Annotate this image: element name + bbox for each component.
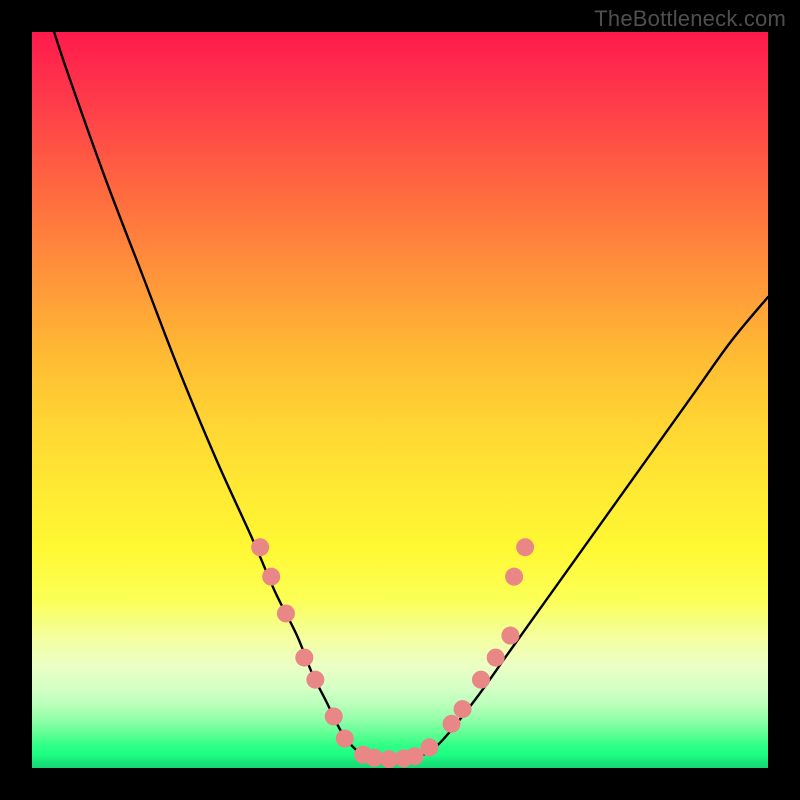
curve-marker bbox=[454, 700, 472, 718]
plot-area bbox=[32, 32, 768, 768]
chart-overlay-svg bbox=[32, 32, 768, 768]
curve-markers bbox=[251, 538, 534, 768]
curve-marker bbox=[251, 538, 269, 556]
curve-marker bbox=[443, 715, 461, 733]
bottleneck-curve bbox=[54, 32, 768, 759]
chart-frame: TheBottleneck.com bbox=[0, 0, 800, 800]
watermark-text: TheBottleneck.com bbox=[594, 6, 786, 32]
curve-marker bbox=[262, 568, 280, 586]
curve-marker bbox=[295, 649, 313, 667]
curve-marker bbox=[516, 538, 534, 556]
curve-marker bbox=[325, 707, 343, 725]
curve-marker bbox=[306, 671, 324, 689]
curve-marker bbox=[501, 627, 519, 645]
curve-marker bbox=[420, 738, 438, 756]
curve-marker bbox=[277, 604, 295, 622]
curve-marker bbox=[487, 649, 505, 667]
curve-marker bbox=[336, 730, 354, 748]
curve-marker bbox=[505, 568, 523, 586]
curve-marker bbox=[472, 671, 490, 689]
